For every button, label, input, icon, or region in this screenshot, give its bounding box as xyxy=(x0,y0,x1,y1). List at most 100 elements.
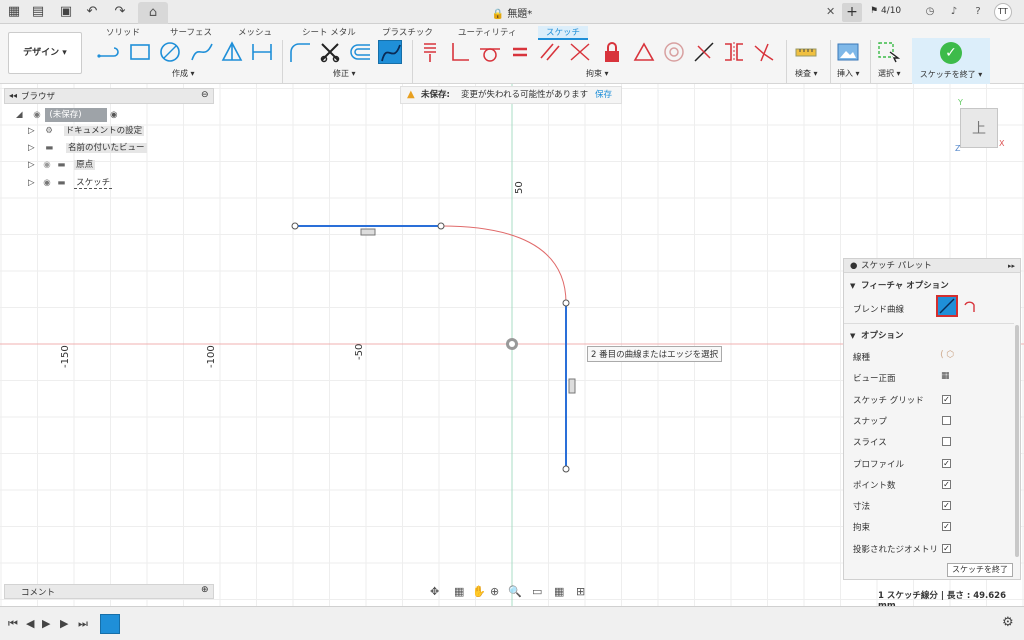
coincident-icon[interactable] xyxy=(568,40,592,64)
plus-icon[interactable]: + xyxy=(842,3,862,22)
bell-icon[interactable]: ♪ xyxy=(946,4,962,20)
go-start-icon[interactable]: ⏮ xyxy=(8,617,18,631)
play-icon[interactable]: ▶ xyxy=(42,617,50,630)
palette-option-checkbox[interactable]: ✓ xyxy=(942,522,951,532)
tab-solid[interactable]: ソリッド xyxy=(106,26,140,38)
clock-icon[interactable]: ◷ xyxy=(922,4,938,20)
fit-icon[interactable]: 🔍 xyxy=(508,585,522,598)
tab-sheet-metal[interactable]: シート メタル xyxy=(302,26,356,38)
horizontal-constraint-glyph[interactable] xyxy=(360,228,376,236)
close-icon[interactable]: ✕ xyxy=(826,5,835,18)
constraints-menu[interactable]: 拘束 ▾ xyxy=(586,68,609,79)
browser-item-sketches[interactable]: ▷ ◉ ▬ スケッチ xyxy=(28,176,113,190)
tab-plastic[interactable]: プラスチック xyxy=(382,26,433,38)
pan-icon[interactable]: ✋ xyxy=(472,585,486,598)
expand-icon[interactable]: ▸▸ xyxy=(1008,259,1015,273)
inspect-menu[interactable]: 検査 ▾ xyxy=(795,68,818,79)
offset-tool-icon[interactable] xyxy=(348,40,372,64)
fillet-tool-icon[interactable] xyxy=(288,40,312,64)
triangle-constraint-icon[interactable] xyxy=(632,40,656,64)
midpoint-icon[interactable] xyxy=(692,40,716,64)
sketch-point[interactable] xyxy=(562,299,570,307)
create-menu[interactable]: 作成 ▾ xyxy=(172,68,195,79)
insert-menu[interactable]: 挿入 ▾ xyxy=(837,68,860,79)
circle-tool-icon[interactable] xyxy=(158,40,182,64)
browser-item-settings[interactable]: ▷ ⚙ ドキュメントの設定 xyxy=(28,124,145,138)
options-header[interactable]: ▼ オプション xyxy=(844,329,1020,343)
select-menu[interactable]: 選択 ▾ xyxy=(878,68,901,79)
line-tool-icon[interactable] xyxy=(96,40,120,64)
measure-icon[interactable] xyxy=(794,40,818,64)
orbit-icon[interactable]: ✥ xyxy=(430,585,439,598)
palette-option-checkbox[interactable]: ✓ xyxy=(942,543,951,553)
lock-icon[interactable] xyxy=(600,40,624,64)
rectangle-tool-icon[interactable] xyxy=(128,40,152,64)
sketch-point[interactable] xyxy=(562,465,570,473)
display-settings-icon[interactable]: ▭ xyxy=(532,585,542,598)
concentric-icon[interactable] xyxy=(662,40,686,64)
parallel-icon[interactable] xyxy=(538,40,562,64)
workspace-switcher[interactable]: デザイン ▾ xyxy=(8,32,82,74)
finish-sketch-button[interactable]: ✓ スケッチを終了 ▾ xyxy=(912,38,990,84)
step-back-icon[interactable]: ◀ xyxy=(26,617,34,630)
tab-mesh[interactable]: メッシュ xyxy=(238,26,272,38)
palette-option-checkbox[interactable] xyxy=(942,437,951,447)
eye-icon[interactable]: ◉ xyxy=(43,160,50,170)
palette-finish-sketch-button[interactable]: スケッチを終了 xyxy=(947,563,1013,577)
trim-tool-icon[interactable] xyxy=(318,40,342,64)
avatar[interactable]: TT xyxy=(994,3,1012,21)
blend-curve-g1-button[interactable] xyxy=(936,295,958,317)
eye-icon[interactable]: ◉ xyxy=(43,178,50,188)
tab-sketch[interactable]: スケッチ xyxy=(538,26,589,40)
palette-option-checkbox[interactable]: ✓ xyxy=(942,458,951,468)
timeline-sketch-feature[interactable] xyxy=(100,614,120,634)
sketch-point[interactable] xyxy=(437,222,445,230)
radio-icon[interactable]: ◉ xyxy=(110,110,117,120)
browser-panel-header[interactable]: ◂◂ ブラウザ ⊖ xyxy=(4,88,214,104)
step-forward-icon[interactable]: ▶ xyxy=(60,617,68,630)
palette-scrollbar[interactable] xyxy=(1015,325,1019,557)
equal-icon[interactable] xyxy=(508,40,532,64)
comments-panel[interactable]: コメント ⊕ xyxy=(4,584,214,599)
jobs-status[interactable]: ⚑ 4/10 xyxy=(870,6,901,16)
dimension-tool-icon[interactable] xyxy=(250,40,274,64)
collapse-icon[interactable]: ◂◂ xyxy=(9,91,17,100)
linetype-icons[interactable]: ⟨ ⬡ xyxy=(940,350,954,360)
add-comment-icon[interactable]: ⊕ xyxy=(201,585,209,595)
curvature-icon[interactable] xyxy=(752,40,776,64)
blend-curve-g2-icon[interactable] xyxy=(963,299,977,313)
expand-icon[interactable]: ◢ xyxy=(16,110,23,120)
expand-icon[interactable]: ▷ xyxy=(28,143,35,153)
fix-constraint-icon[interactable] xyxy=(418,40,442,64)
browser-item-root[interactable]: ◢ ◉ (未保存) ◉ xyxy=(16,108,118,122)
palette-option-checkbox[interactable]: ✓ xyxy=(942,394,951,404)
palette-header[interactable]: ● スケッチ パレット ▸▸ xyxy=(844,259,1020,273)
palette-option-checkbox[interactable]: ✓ xyxy=(942,501,951,511)
tab-utility[interactable]: ユーティリティ xyxy=(458,26,516,38)
eye-icon[interactable]: ◉ xyxy=(33,110,40,120)
perpendicular-icon[interactable] xyxy=(448,40,472,64)
select-icon[interactable] xyxy=(876,40,901,64)
spline-tool-icon[interactable] xyxy=(190,40,214,64)
save-link[interactable]: 保存 xyxy=(595,87,612,103)
look-at-icon[interactable]: ▦ xyxy=(941,371,950,381)
grid-settings-icon[interactable]: ▦ xyxy=(554,585,564,598)
expand-icon[interactable]: ▷ xyxy=(28,126,35,136)
triangle-tool-icon[interactable] xyxy=(220,40,244,64)
collapse-icon[interactable]: ▼ xyxy=(850,279,855,293)
symmetry-icon[interactable] xyxy=(722,40,746,64)
expand-icon[interactable]: ▷ xyxy=(28,160,35,170)
minimize-icon[interactable]: ● xyxy=(850,259,857,273)
browser-item-named-views[interactable]: ▷ ▬ 名前の付いたビュー xyxy=(28,141,147,155)
modify-menu[interactable]: 修正 ▾ xyxy=(333,68,356,79)
expand-icon[interactable]: ▷ xyxy=(28,178,35,188)
blend-curve-tool-icon[interactable] xyxy=(378,40,402,64)
collapse-icon[interactable]: ▼ xyxy=(850,329,855,343)
browser-item-origin[interactable]: ▷ ◉ ▬ 原点 xyxy=(28,158,96,172)
feature-options-header[interactable]: ▼ フィーチャ オプション xyxy=(844,279,1020,293)
gear-icon[interactable]: ⚙ xyxy=(1002,615,1014,630)
viewcube[interactable]: 上 xyxy=(960,108,998,148)
minimize-icon[interactable]: ⊖ xyxy=(201,90,209,100)
go-end-icon[interactable]: ⏭ xyxy=(78,617,88,631)
sketch-point[interactable] xyxy=(291,222,299,230)
